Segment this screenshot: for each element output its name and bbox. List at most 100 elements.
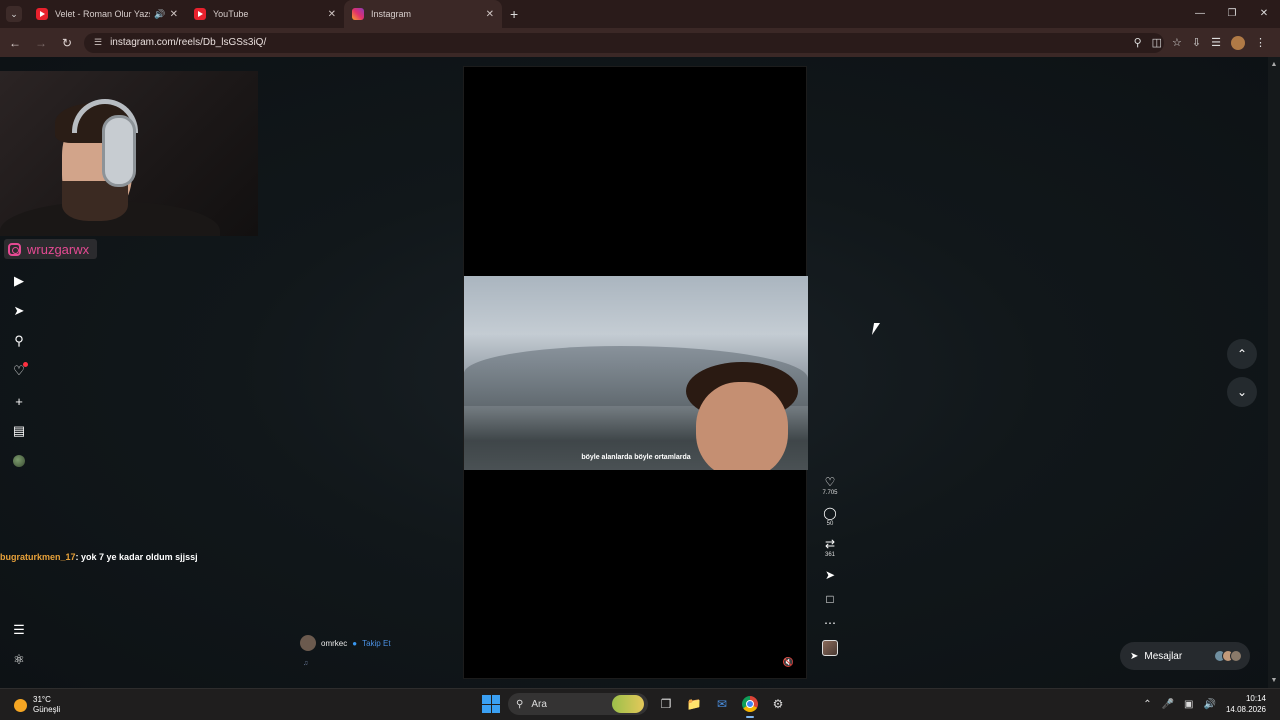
new-tab-button[interactable]: + [510,6,518,22]
weather-condition: Güneşli [33,705,61,714]
profile-icon[interactable] [10,452,28,470]
scroll-down-icon[interactable]: ▼ [1268,677,1280,684]
repost-count: 361 [824,552,835,558]
mute-icon[interactable]: 🔇 [783,657,794,668]
url-text: instagram.com/reels/Db_lsGSs3iQ/ [110,37,267,48]
tab-velet[interactable]: Velet - Roman Olur Yazsam 🔊 ✕ [28,0,186,28]
reload-icon[interactable]: ↻ [56,36,78,50]
download-icon[interactable]: ⇩ [1192,36,1201,49]
share-icon[interactable]: ➤ [819,568,841,582]
bookmark-icon[interactable]: □ [819,592,841,606]
toolbar-icons: ⚲ ◫ ☆ ⇩ ☰ ⋮ [1134,28,1266,57]
verified-badge-icon: ● [352,638,358,648]
profile-avatar[interactable] [1231,35,1245,50]
notifications-heart-icon[interactable]: ♡ [10,362,28,380]
cast-icon[interactable]: ◫ [1152,36,1162,49]
dashboard-icon[interactable]: ▤ [10,422,28,440]
close-tab-icon[interactable]: ✕ [328,9,336,20]
restore-icon[interactable]: ❐ [1216,0,1248,28]
next-reel-button[interactable]: ⌄ [1227,377,1257,407]
close-tab-icon[interactable]: ✕ [170,9,178,20]
reel-video[interactable]: böyle alanlarda böyle ortamlarda [464,276,808,470]
back-icon[interactable]: ← [4,36,26,50]
audio-thumbnail[interactable] [819,640,841,656]
zoom-icon[interactable]: ⚲ [1134,36,1142,49]
system-tray: ⌃ 🎤 ▣ 🔊 10:14 14.08.2026 [1143,693,1266,715]
instagram-handle: wruzgarwx [27,241,90,257]
tab-title: Velet - Roman Olur Yazsam [55,9,150,19]
comment-action[interactable]: ◯ 50 [819,506,841,527]
close-tab-icon[interactable]: ✕ [486,9,494,20]
save-action[interactable]: □ [819,592,841,606]
send-icon[interactable]: ➤ [10,302,28,320]
like-action[interactable]: ♡ 7.705 [819,475,841,496]
reel-player[interactable]: böyle alanlarda böyle ortamlarda 🔇 [463,66,808,679]
minimize-icon[interactable]: — [1184,0,1216,28]
tab-instagram[interactable]: Instagram ✕ [344,0,502,28]
mail-icon[interactable]: ✉ [712,694,732,714]
date: 14.08.2026 [1225,705,1266,714]
browser-tab-bar: ⌄ Velet - Roman Olur Yazsam 🔊 ✕ YouTube … [0,0,1280,28]
site-info-icon[interactable]: ☰ [94,37,102,48]
audio-thumbnail-image [822,640,838,656]
mouse-cursor-icon [871,323,881,335]
chat-username: bugraturkmen_17 [0,552,76,562]
bookmark-star-icon[interactable]: ☆ [1172,36,1182,49]
weather-widget[interactable]: 31°C Güneşli [14,695,60,715]
forward-icon[interactable]: → [30,36,52,50]
reels-icon[interactable]: ▶ [10,272,28,290]
chrome-icon[interactable] [740,694,760,718]
share-action[interactable]: ➤ [819,568,841,582]
menu-icon[interactable]: ⋮ [1255,36,1266,49]
heart-icon[interactable]: ♡ [819,475,841,489]
speaker-icon[interactable]: 🔊 [154,9,165,20]
comment-icon[interactable]: ◯ [819,506,841,520]
more-icon[interactable]: ⋯ [819,616,841,630]
create-icon[interactable]: + [10,392,28,410]
notification-dot [23,362,28,367]
media-control-icon[interactable]: ☰ [1211,36,1221,49]
messages-label: Mesajlar [1144,650,1183,662]
address-bar[interactable]: ☰ instagram.com/reels/Db_lsGSs3iQ/ [84,32,1164,53]
taskbar-apps: ⚲ Ara ❐ 📁 ✉ ⚙ [482,693,788,718]
follow-button[interactable]: Takip Et [362,639,390,648]
message-avatars [1214,650,1242,662]
tab-title: YouTube [213,9,249,19]
messages-button[interactable]: ➤ Mesajlar [1120,642,1250,670]
repost-action[interactable]: ⇄ 361 [819,537,841,558]
scroll-up-icon[interactable]: ▲ [1268,61,1280,68]
taskbar-search[interactable]: ⚲ Ara [508,693,648,715]
close-window-icon[interactable]: ✕ [1248,0,1280,28]
more-menu-icon[interactable]: ☰ [10,621,28,639]
start-button[interactable] [482,695,500,713]
task-view-icon[interactable]: ❐ [656,694,676,714]
tab-title: Instagram [371,9,412,19]
send-icon: ➤ [1130,650,1139,662]
webcam-beard [62,181,128,221]
tab-search-button[interactable]: ⌄ [6,6,22,22]
page-scrollbar[interactable]: ▲ ▼ [1268,57,1280,688]
comment-count: 50 [826,521,834,527]
tray-overflow-icon[interactable]: ⌃ [1143,699,1151,710]
sun-icon [14,698,27,712]
volume-icon[interactable]: 🔊 [1204,699,1216,710]
author-name[interactable]: omrkec [321,639,347,648]
tab-youtube[interactable]: YouTube ✕ [186,0,344,28]
chat-message: bugraturkmen_17: yok 7 ye kadar oldum sj… [0,552,198,562]
search-placeholder: Ara [531,698,547,710]
like-count: 7.705 [822,490,838,496]
author-avatar[interactable] [300,635,316,651]
repost-icon[interactable]: ⇄ [819,537,841,551]
network-icon[interactable]: ▣ [1184,699,1193,710]
file-explorer-icon[interactable]: 📁 [684,694,704,714]
clock[interactable]: 10:14 14.08.2026 [1226,693,1266,715]
search-icon[interactable]: ⚲ [10,332,28,350]
browser-toolbar: ← → ↻ ☰ instagram.com/reels/Db_lsGSs3iQ/… [0,28,1280,57]
threads-icon[interactable]: ⚛ [10,651,28,669]
more-options[interactable]: ⋯ [819,616,841,630]
previous-reel-button[interactable]: ⌃ [1227,339,1257,369]
app-icon[interactable]: ⚙ [768,694,788,714]
music-icon[interactable]: ♫ [303,660,308,667]
avatar [1230,650,1242,662]
microphone-icon[interactable]: 🎤 [1162,699,1174,710]
